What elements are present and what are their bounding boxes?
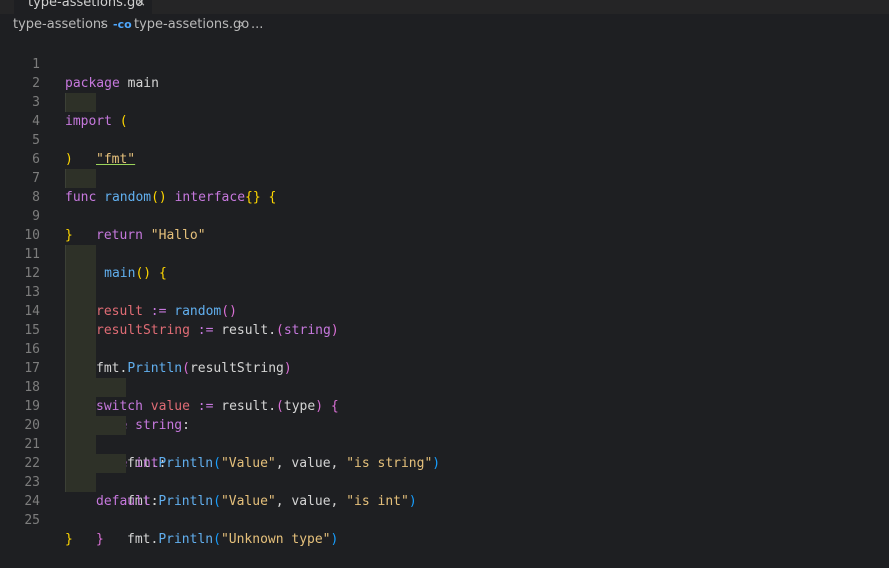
breadcrumb-more[interactable]: ... — [251, 14, 263, 36]
code-line: 1 package main — [0, 36, 889, 91]
code-token: ) — [330, 532, 339, 547]
code-line: 20 case int: — [0, 397, 889, 471]
code-token: fmt — [127, 532, 151, 547]
line-number: 25 — [24, 513, 40, 528]
indent-guide — [96, 454, 126, 473]
code-line: 17 switch value := result.(type) { — [0, 340, 889, 414]
code-line: 8 return "Hallo" — [0, 169, 889, 243]
code-token: } — [65, 532, 73, 547]
indent-guide — [65, 245, 96, 264]
code-line: 18 case string: — [0, 359, 889, 433]
code-line: 7 func random() interface{} { — [0, 150, 889, 205]
indent-guide — [65, 473, 96, 492]
tab-title: type-assetions.go — [28, 0, 144, 10]
code-line: 25 } — [0, 492, 889, 547]
tab-bar: type-assetions.go × — [0, 0, 889, 14]
code-editor[interactable]: 1 package main 2 3 import ( 4 "fmt" 5 ) … — [0, 36, 889, 547]
code-text: } — [96, 530, 104, 549]
code-line: 24 } — [0, 473, 889, 547]
code-line: 9 } — [0, 188, 889, 243]
code-line: 11 func main() { — [0, 226, 889, 281]
code-line: 23 fmt.Println("Unknown type") — [0, 454, 889, 547]
code-line: 14 — [0, 283, 889, 319]
code-line: 12 result := random() — [0, 245, 889, 319]
indent-guide — [65, 359, 96, 378]
code-token: . — [150, 532, 159, 547]
code-text: fmt.Println("Unknown type") — [127, 530, 338, 549]
indent-guide — [96, 378, 126, 397]
code-line: 5 ) — [0, 112, 889, 167]
indent-guide — [65, 302, 96, 321]
code-line: 22 default: — [0, 435, 889, 509]
code-line: 21 fmt.Println("Value", value, "is int") — [0, 416, 889, 509]
code-token: "Unknown type" — [220, 532, 331, 547]
code-line: 6 — [0, 131, 889, 167]
chevron-right-icon: › — [100, 17, 106, 32]
breadcrumb-file[interactable]: type-assetions.go — [134, 14, 249, 36]
indent-guide — [65, 283, 96, 302]
indent-guide — [65, 416, 96, 435]
code-line: 2 — [0, 55, 889, 91]
code-token: ( — [213, 532, 221, 547]
code-text: } — [65, 530, 73, 549]
code-line: 19 fmt.Println("Value", value, "is strin… — [0, 378, 889, 471]
indent-guide — [65, 435, 96, 454]
indent-guide — [65, 340, 96, 359]
close-icon[interactable]: × — [135, 0, 146, 12]
code-line: 16 — [0, 321, 889, 357]
indent-guide — [65, 93, 96, 112]
code-token: } — [96, 532, 104, 547]
indent-guide — [65, 378, 96, 397]
indent-guide — [65, 169, 96, 188]
indent-guide — [65, 397, 96, 416]
indent-guide — [65, 454, 96, 473]
code-line: 4 "fmt" — [0, 93, 889, 167]
indent-guide — [65, 321, 96, 340]
code-token: Println — [158, 532, 214, 547]
code-line: 15 fmt.Println(resultString) — [0, 302, 889, 376]
chevron-right-icon: › — [239, 17, 245, 32]
indent-guide — [96, 416, 126, 435]
code-line: 10 — [0, 207, 889, 243]
go-file-icon: -co — [113, 18, 132, 31]
indent-guide — [65, 264, 96, 283]
code-line: 3 import ( — [0, 74, 889, 129]
breadcrumb: type-assetions › -co type-assetions.go ›… — [0, 14, 889, 36]
code-line: 13 resultString := result.(string) — [0, 264, 889, 338]
breadcrumb-folder[interactable]: type-assetions — [13, 14, 108, 36]
editor-tab[interactable]: type-assetions.go × — [14, 0, 152, 14]
